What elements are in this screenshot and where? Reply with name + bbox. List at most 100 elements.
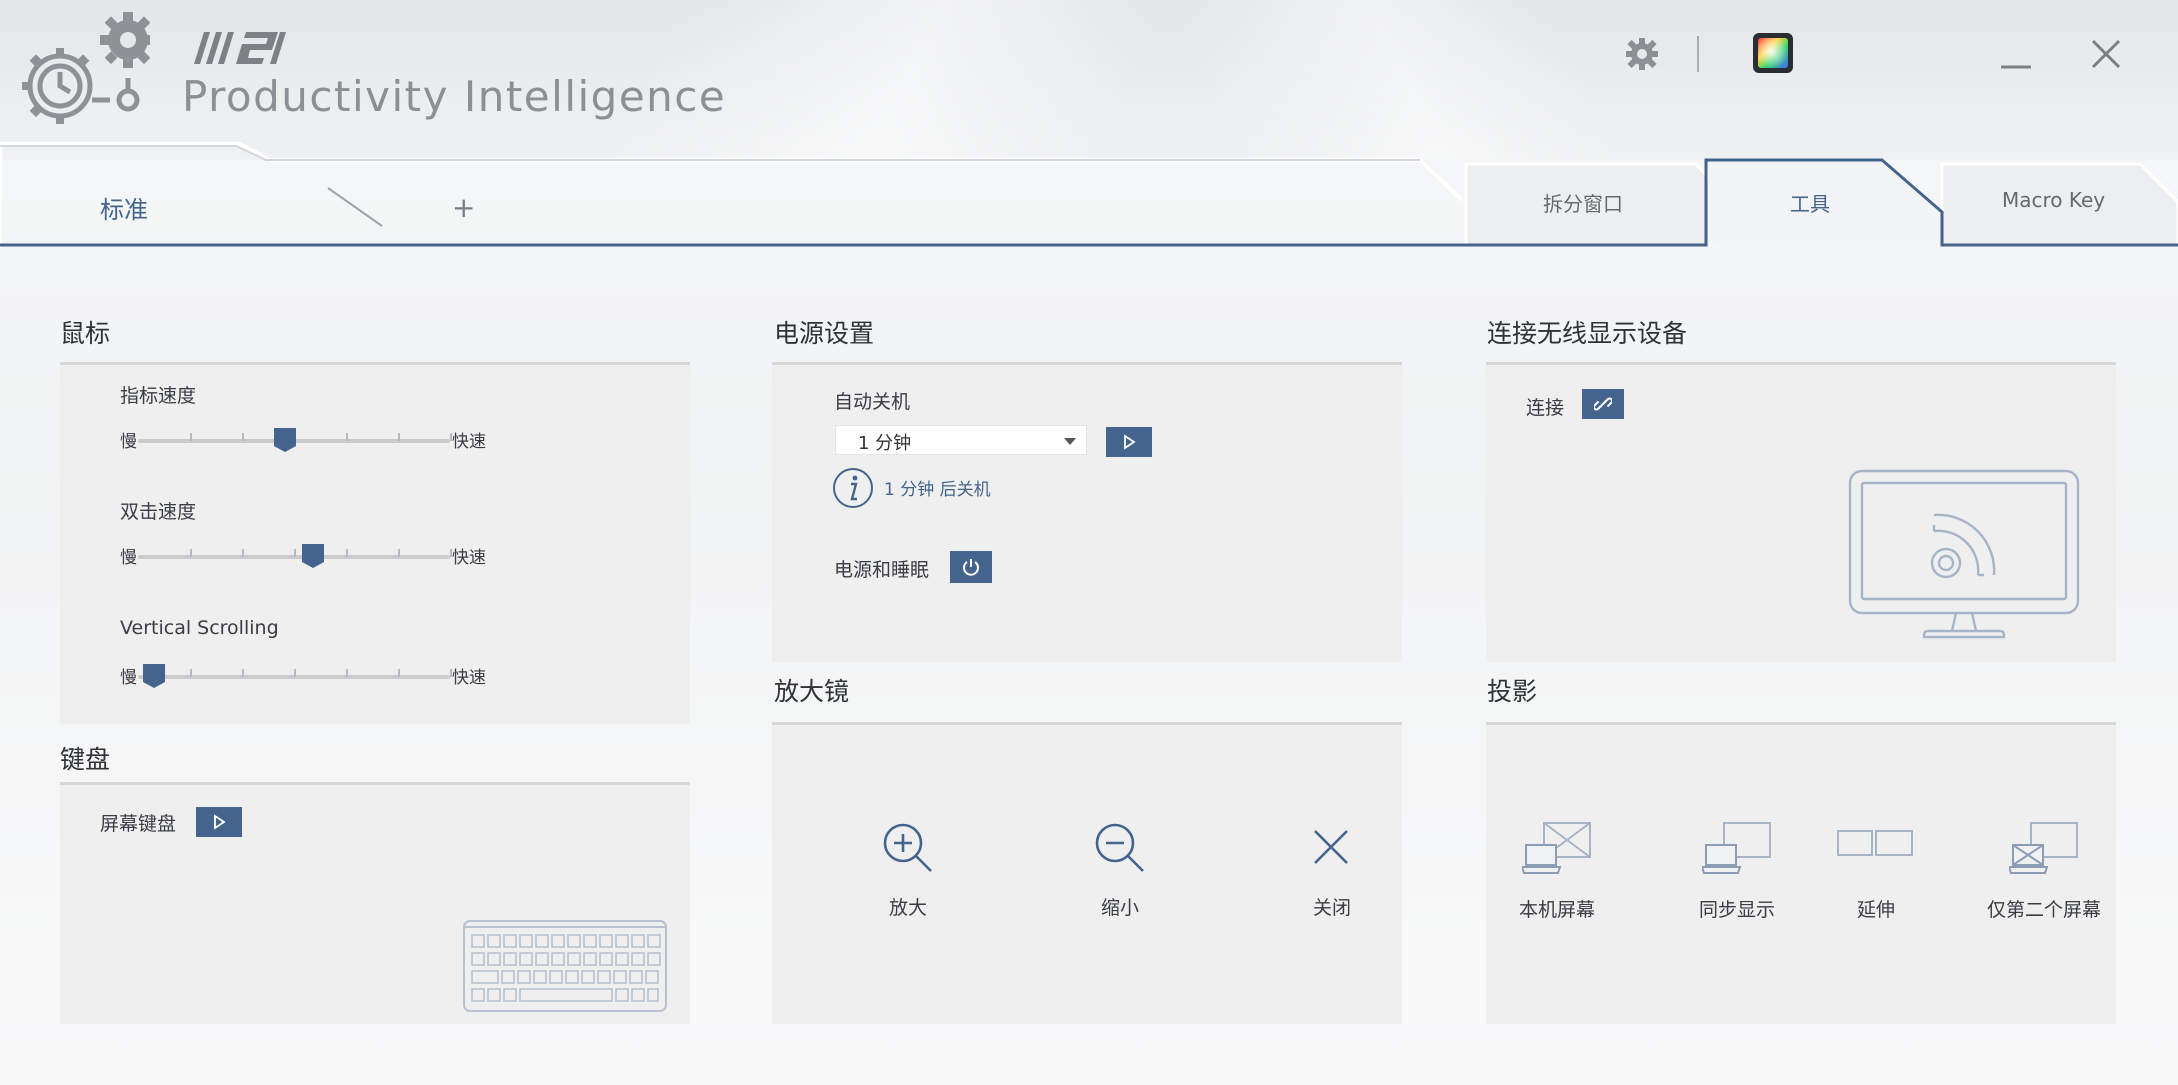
key [599, 952, 613, 966]
onscreen-keyboard-label: 屏幕键盘 [100, 813, 177, 835]
chevron-down-icon [1064, 438, 1076, 445]
key [549, 970, 563, 984]
power-sleep-label: 电源和睡眠 [834, 559, 930, 581]
key [503, 934, 517, 948]
key [567, 952, 581, 966]
msi-logo [194, 32, 286, 64]
double-click-min-label: 慢 [120, 548, 137, 568]
pc-screen-only-icon [1520, 822, 1591, 874]
pointer-speed-min-label: 慢 [120, 432, 137, 452]
vertical-scrolling-min-label: 慢 [120, 668, 137, 688]
key [613, 970, 627, 984]
key [503, 952, 517, 966]
slider-tick [242, 669, 244, 677]
color-theme-button[interactable] [1752, 32, 1794, 74]
wireless-monitor-icon [1848, 469, 2080, 639]
projection-pc-only-button[interactable]: 本机屏幕 [1492, 821, 1622, 922]
slider-thumb[interactable] [273, 427, 297, 453]
slider-thumb[interactable] [142, 663, 166, 689]
key [519, 952, 533, 966]
close-window-button[interactable] [2086, 34, 2126, 74]
pointer-speed-max-label: 快速 [452, 432, 486, 452]
vertical-scrolling-label: Vertical Scrolling [120, 617, 279, 639]
gear-clock-logo-icon [22, 12, 150, 124]
slider-tick [346, 433, 348, 441]
key [471, 970, 499, 984]
projection-panel: 本机屏幕 同步显示 延伸 仅第二个屏幕 [1486, 722, 2116, 1024]
slider-tick [294, 669, 296, 677]
key [503, 988, 517, 1002]
key [597, 970, 611, 984]
add-tab-button[interactable]: + [452, 194, 475, 222]
wireless-display-section-title: 连接无线显示设备 [1487, 319, 1688, 348]
duplicate-screen-icon [1700, 822, 1771, 874]
connect-label: 连接 [1526, 397, 1565, 419]
link-icon [1594, 397, 1612, 411]
zoom-in-button[interactable]: 放大 [848, 821, 968, 920]
shutdown-time-value: 1 分钟 [858, 433, 912, 454]
key [647, 988, 659, 1002]
key [615, 934, 629, 948]
power-icon [963, 559, 979, 576]
key [471, 988, 485, 1002]
tab-macro-key[interactable]: Macro Key [2002, 188, 2105, 212]
pointer-speed-slider[interactable] [138, 425, 452, 455]
projection-extend-button[interactable]: 延伸 [1826, 821, 1926, 922]
slider-thumb[interactable] [301, 543, 325, 569]
zoom-in-icon [883, 823, 932, 872]
power-sleep-button[interactable] [950, 551, 992, 583]
power-panel: 自动关机 电源和睡眠 [772, 362, 1402, 662]
tab-standard[interactable]: 标准 [100, 190, 148, 225]
slider-tick [190, 549, 192, 557]
key [501, 970, 515, 984]
info-icon [833, 468, 873, 508]
keyboard-panel: 屏幕键盘 [60, 782, 690, 1024]
key [565, 970, 579, 984]
shutdown-info-text: 1 分钟 后关机 [884, 480, 991, 500]
zoom-out-label: 缩小 [1100, 897, 1139, 919]
slider-tick [190, 669, 192, 677]
vertical-scrolling-max-label: 快速 [452, 668, 486, 688]
slider-tick [398, 549, 400, 557]
tab-strip: 标准 + 拆分窗口 工具 Macro Key [0, 130, 2178, 248]
double-click-speed-slider[interactable] [138, 541, 452, 571]
zoom-in-label: 放大 [888, 897, 927, 919]
projection-second-only-button[interactable]: 仅第二个屏幕 [1974, 821, 2114, 922]
second-screen-only-icon [2007, 822, 2078, 874]
power-section-title: 电源设置 [774, 319, 875, 348]
projection-duplicate-button[interactable]: 同步显示 [1672, 821, 1802, 922]
slider-tick [242, 549, 244, 557]
projection-second-only-label: 仅第二个屏幕 [1986, 899, 2101, 921]
minimize-button[interactable] [1996, 36, 2036, 76]
tab-tools[interactable]: 工具 [1790, 188, 1830, 217]
slider-tick [346, 669, 348, 677]
minimize-icon [2001, 65, 2031, 69]
projection-pc-only-label: 本机屏幕 [1518, 899, 1595, 921]
settings-button[interactable] [1622, 34, 1662, 74]
onscreen-keyboard-button[interactable] [196, 807, 242, 837]
key [519, 988, 613, 1002]
key [533, 970, 547, 984]
slider-tick [398, 669, 400, 677]
auto-shutdown-label: 自动关机 [834, 391, 911, 413]
close-magnifier-button[interactable]: 关闭 [1272, 821, 1392, 920]
connect-wireless-button[interactable] [1582, 389, 1624, 419]
projection-extend-label: 延伸 [1856, 899, 1895, 921]
key [583, 934, 597, 948]
start-shutdown-timer-button[interactable] [1106, 427, 1152, 457]
wireless-display-panel: 连接 [1486, 362, 2116, 662]
key [487, 934, 501, 948]
key [567, 934, 581, 948]
vertical-scrolling-slider[interactable] [138, 661, 452, 691]
key [487, 952, 501, 966]
tab-split-window[interactable]: 拆分窗口 [1543, 188, 1623, 217]
zoom-out-button[interactable]: 缩小 [1060, 821, 1180, 920]
zoom-out-icon [1095, 823, 1144, 872]
double-click-max-label: 快速 [452, 548, 486, 568]
mouse-panel: 指标速度 慢 快速 双击速度 慢 快速 Vertical Scrolling 慢… [60, 362, 690, 724]
slider-tick [294, 549, 296, 557]
key [647, 934, 661, 948]
shutdown-time-dropdown[interactable]: 1 分钟 [835, 425, 1087, 455]
double-click-speed-label: 双击速度 [120, 501, 197, 523]
key [519, 934, 533, 948]
